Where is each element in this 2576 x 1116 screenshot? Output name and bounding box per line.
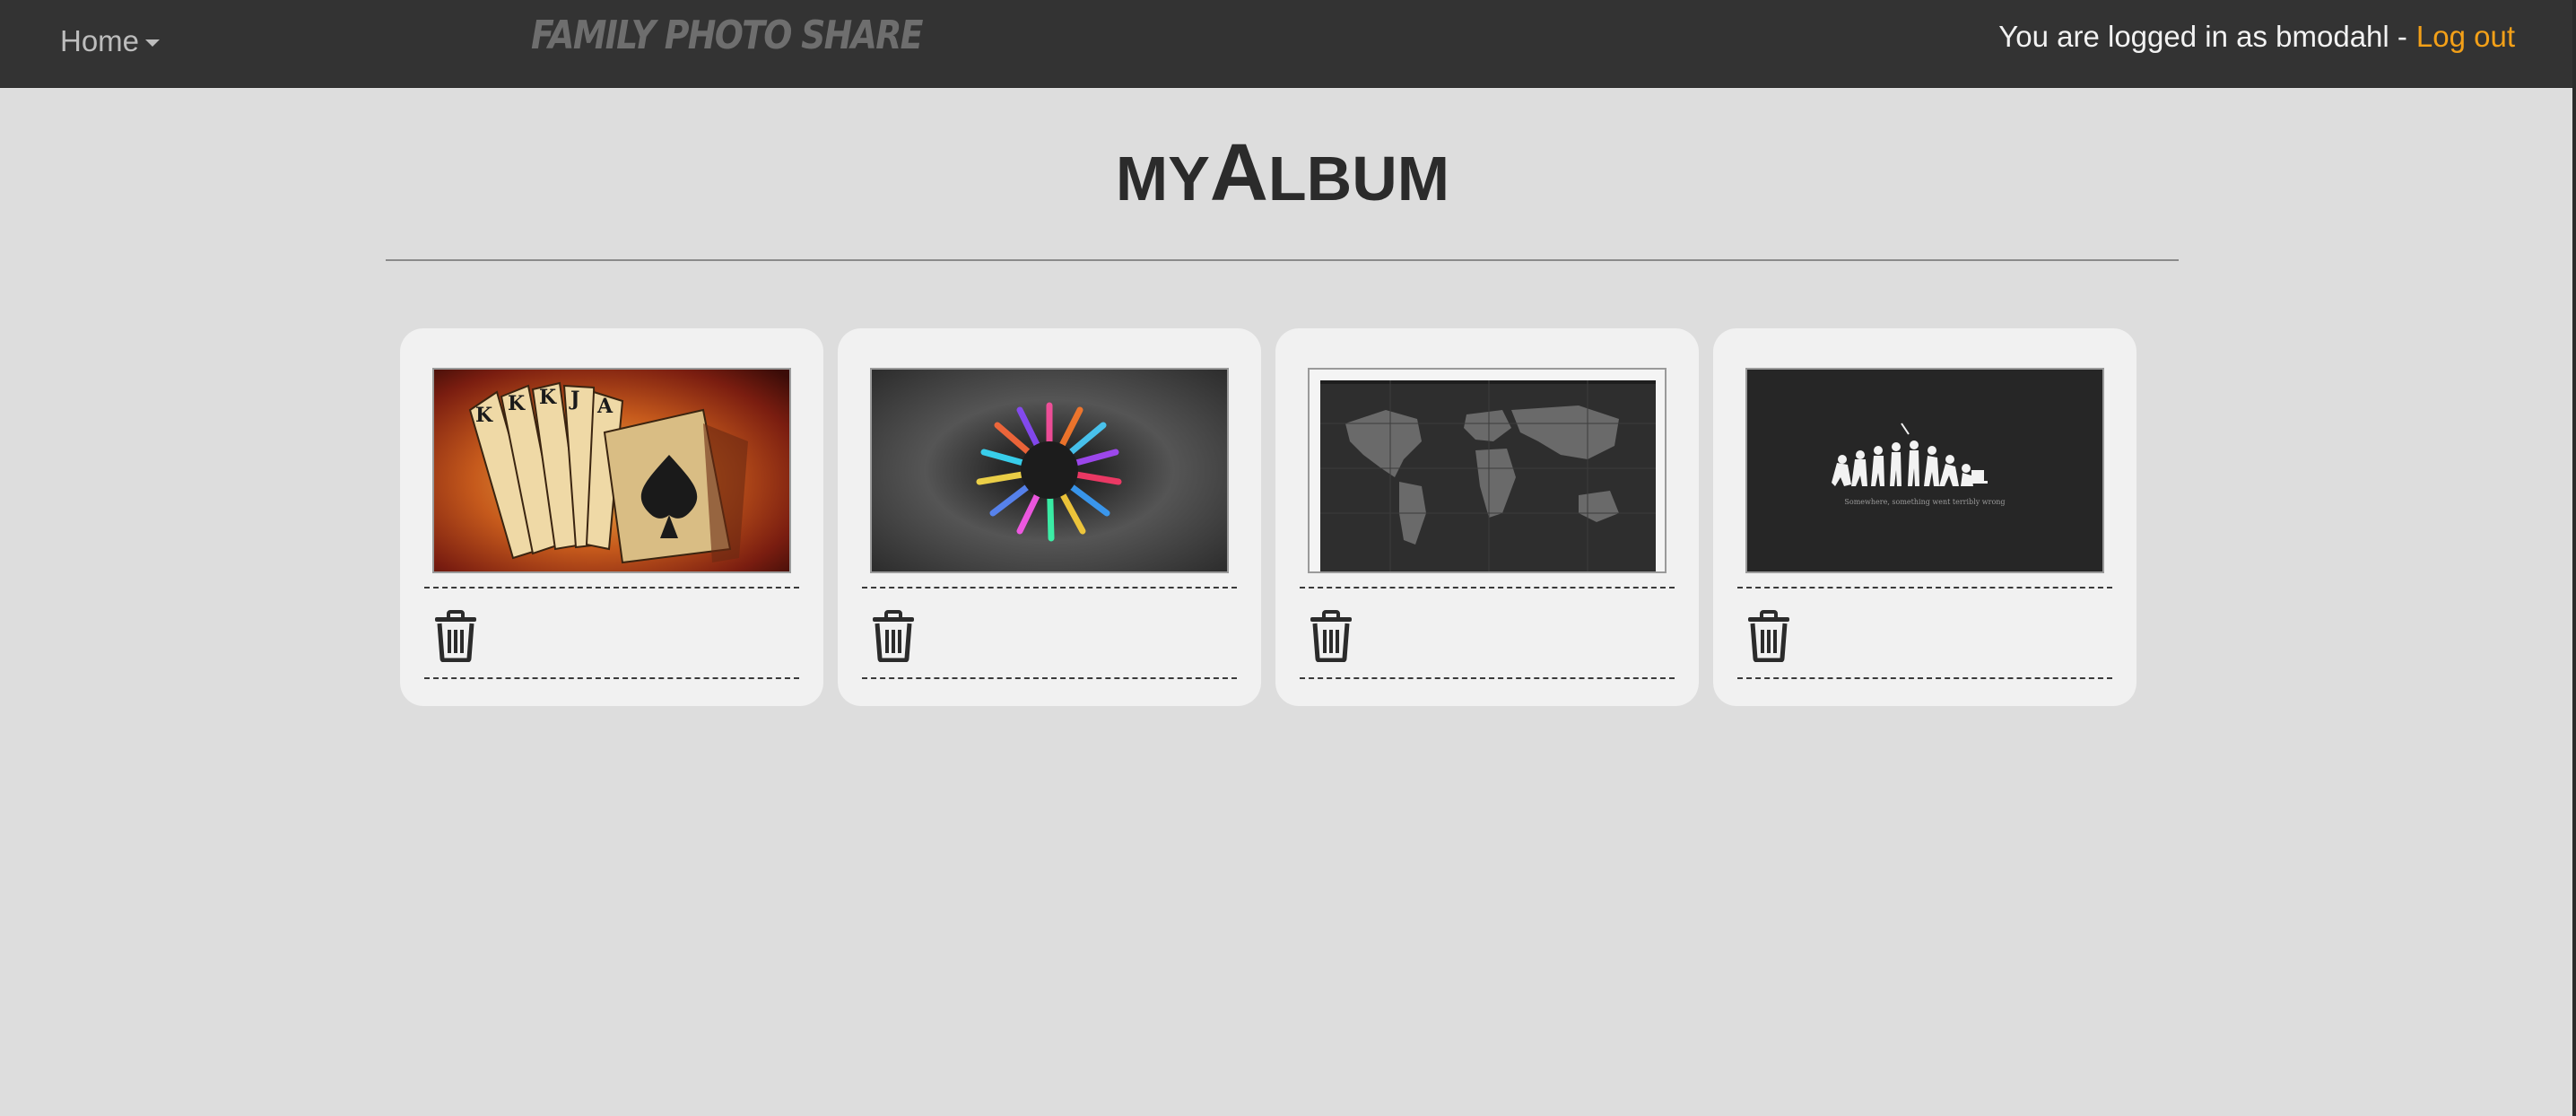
site-brand: FAMILY PHOTO SHARE: [531, 13, 923, 58]
title-rest: LBUM: [1267, 144, 1450, 214]
photo-thumbnail-playing-cards[interactable]: K K K J A: [432, 368, 791, 573]
card-divider-top: [1737, 587, 2112, 589]
photo-card: K K K J A: [400, 328, 823, 706]
card-divider-bottom: [1300, 677, 1675, 679]
home-label: Home: [60, 24, 140, 57]
card-divider-top: [1300, 587, 1675, 589]
svg-text:K: K: [475, 404, 493, 427]
login-status-text: You are logged in as bmodahl -: [1998, 20, 2407, 53]
home-dropdown[interactable]: Home: [60, 24, 161, 58]
logout-link[interactable]: Log out: [2416, 20, 2515, 53]
trash-icon[interactable]: [1308, 610, 1354, 662]
page-title: MYALBUM: [0, 133, 2565, 214]
caret-down-icon: [145, 39, 161, 47]
title-divider: [386, 259, 2179, 261]
svg-text:K: K: [508, 392, 526, 415]
card-divider-top: [862, 587, 1237, 589]
title-initial: A: [1209, 128, 1268, 218]
evolution-caption: Somewhere, something went terribly wrong: [1844, 498, 2005, 506]
card-divider-top: [424, 587, 799, 589]
photo-thumbnail-color-burst[interactable]: [870, 368, 1229, 573]
photo-card: [838, 328, 1261, 706]
card-divider-bottom: [424, 677, 799, 679]
svg-text:J: J: [569, 388, 579, 411]
window-edge: [2572, 0, 2576, 1116]
card-divider-bottom: [862, 677, 1237, 679]
photo-card: Somewhere, something went terribly wrong: [1713, 328, 2137, 706]
photo-thumbnail-evolution[interactable]: Somewhere, something went terribly wrong: [1745, 368, 2104, 573]
top-navbar: Home FAMILY PHOTO SHARE You are logged i…: [0, 0, 2572, 88]
photo-thumbnail-world-map[interactable]: [1308, 368, 1667, 573]
trash-icon[interactable]: [870, 610, 917, 662]
trash-icon[interactable]: [1745, 610, 1792, 662]
card-divider-bottom: [1737, 677, 2112, 679]
svg-text:A: A: [596, 395, 614, 418]
trash-icon[interactable]: [432, 610, 479, 662]
login-status: You are logged in as bmodahl - Log out: [1998, 20, 2515, 54]
photo-card: [1275, 328, 1699, 706]
title-prefix: MY: [1115, 144, 1210, 214]
svg-text:K: K: [539, 386, 557, 409]
